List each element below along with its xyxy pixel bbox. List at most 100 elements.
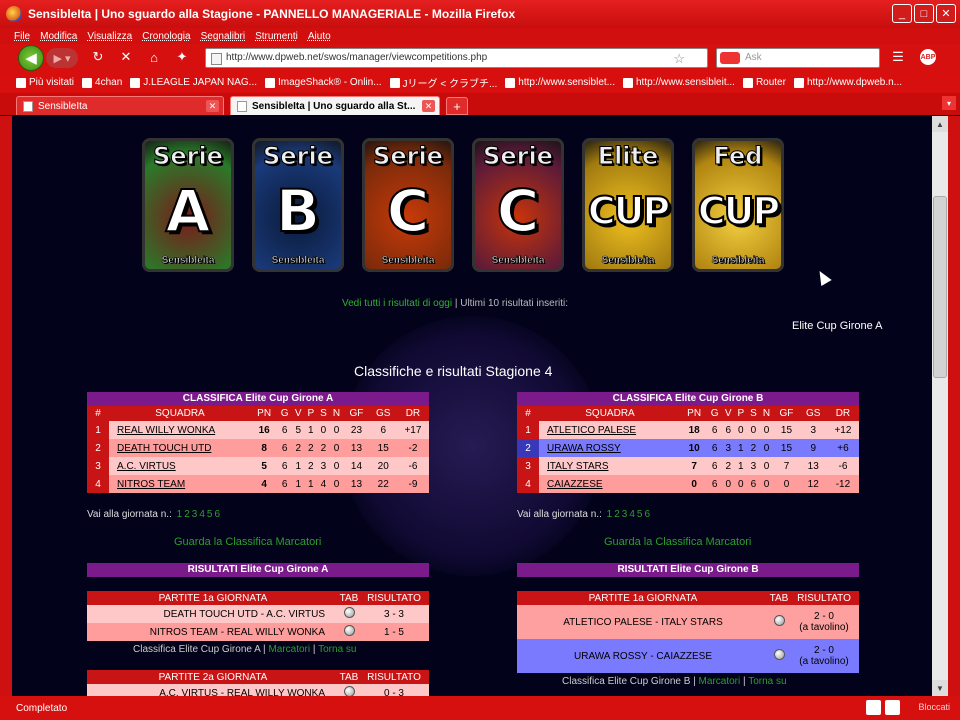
scorers-link[interactable]: Marcatori [699,676,741,687]
standings-body: 1 REAL WILLY WONKA 16 6 5 1 0 0 23 6 +17 2 DEATH TOU… [87,421,429,493]
bookmark-item[interactable]: http://www.sensiblet... [505,77,615,88]
table-row[interactable]: 3 ITALY STARS 7 6 2 1 3 0 7 13 -6 [517,457,859,475]
adblock-icon[interactable]: ABP [920,49,936,65]
table-row[interactable]: 2 URAWA ROSSY 10 6 3 1 2 0 15 9 +6 [517,439,859,457]
reload-icon[interactable]: ↻ [90,49,106,65]
team-link[interactable]: NITROS TEAM [109,475,251,493]
table-row[interactable]: 3 A.C. VIRTUS 5 6 1 2 3 0 14 20 -6 [87,457,429,475]
menu-strumenti[interactable]: Strumenti [255,31,298,42]
bookmark-star-icon[interactable]: ☆ [673,50,685,68]
team-link[interactable]: DEATH TOUCH UTD [109,439,251,457]
table-cell: 0 [329,457,344,475]
scorers-link-a[interactable]: Guarda la Classifica Marcatori [174,536,321,548]
round-link[interactable]: 4 [199,509,205,520]
bookmark-item[interactable]: 4chan [82,77,122,88]
table-row[interactable]: DEATH TOUCH UTD - A.C. VIRTUS 3 - 3 [87,605,429,623]
round-link[interactable]: 1 [177,509,183,520]
stop-icon[interactable]: ✕ [118,49,134,65]
league-logo[interactable]: Serie C Sensibleita [362,138,454,272]
table-row[interactable]: ATLETICO PALESE - ITALY STARS 2 - 0 (a tav… [517,605,859,639]
standings-table-b: CLASSIFICA Elite Cup Girone B # SQUADRA PN… [517,392,859,493]
search-engine-icon[interactable] [720,52,740,64]
table-row[interactable]: 1 REAL WILLY WONKA 16 6 5 1 0 0 23 6 +17 [87,421,429,439]
menu-segnalibri[interactable]: Segnalibri [201,31,245,42]
menu-cronologia[interactable]: Cronologia [142,31,190,42]
blocked-count: Bloccati [918,702,950,712]
round-link[interactable]: 2 [614,509,620,520]
bookmark-item[interactable]: http://www.dpweb.n... [793,77,902,88]
table-cell: 4 [251,475,278,493]
table-row[interactable]: 4 CAIAZZESE 0 6 0 0 6 0 0 12 -12 [517,475,859,493]
table-row[interactable]: URAWA ROSSY - CAIAZZESE 2 - 0 (a tavolino) [517,639,859,673]
team-link[interactable]: URAWA ROSSY [539,439,681,457]
menu-list-icon[interactable]: ☰ [890,49,906,65]
table-row[interactable]: A.C. VIRTUS - REAL WILLY WONKA 0 - 3 [87,684,429,696]
table-row[interactable]: 2 DEATH TOUCH UTD 8 6 2 2 2 0 13 15 -2 [87,439,429,457]
scorers-link[interactable]: Marcatori [268,644,310,655]
bookmark-item[interactable]: Più visitati [16,77,74,88]
url-bar[interactable]: http://www.dpweb.net/swos/manager/viewco… [205,48,708,68]
round-link[interactable]: 6 [214,509,220,520]
team-link[interactable]: CAIAZZESE [539,475,681,493]
back-to-top-link[interactable]: Torna su [318,644,356,655]
today-results-link[interactable]: Vedi tutti i risultati di oggi [342,298,452,309]
table-row[interactable]: 4 NITROS TEAM 4 6 1 1 4 0 13 22 -9 [87,475,429,493]
close-button[interactable]: ✕ [936,4,956,23]
back-to-top-link[interactable]: Torna su [748,676,786,687]
round-link[interactable]: 3 [622,509,628,520]
adblock-status-icon[interactable] [866,700,881,715]
team-link[interactable]: REAL WILLY WONKA [109,421,251,439]
close-tab-icon[interactable]: ✕ [422,100,435,112]
round-link[interactable]: 2 [184,509,190,520]
league-logo[interactable]: Serie C Sensibleita [472,138,564,272]
scroll-up-icon[interactable]: ▲ [932,116,948,132]
vertical-scrollbar[interactable]: ▲ ▼ [932,116,948,696]
round-selector-b: Vai alla giornata n.: 123456 [517,509,650,520]
round-link[interactable]: 1 [607,509,613,520]
back-arrow-icon[interactable]: ◀ [18,45,44,71]
home-icon[interactable]: ⌂ [146,49,162,65]
round-link[interactable]: 5 [207,509,213,520]
league-logo[interactable]: Serie A Sensibleita [142,138,234,272]
scroll-down-icon[interactable]: ▼ [932,680,948,696]
firefox-icon [6,6,22,22]
menu-modifica[interactable]: Modifica [40,31,77,42]
search-input[interactable]: Ask [716,48,880,68]
table-cell: 12 [799,475,827,493]
league-logo[interactable]: Serie B Sensibleita [252,138,344,272]
bookmark-item[interactable]: Jリーグ < クラブチ... [389,75,497,90]
menu-file[interactable]: File [14,31,30,42]
forward-arrow-icon[interactable]: ▶ ▾ [46,48,78,68]
bookmark-item[interactable]: J.LEAGLE JAPAN NAG... [130,77,257,88]
addon-status-icon[interactable] [885,700,900,715]
tab-list-icon[interactable]: ▾ [942,96,956,110]
menu-visualizza[interactable]: Visualizza [87,31,132,42]
league-logo[interactable]: Fed CUP Sensibleita [692,138,784,272]
addon-icon[interactable]: ✦ [174,49,190,65]
close-tab-icon[interactable]: ✕ [206,100,219,112]
round-link[interactable]: 4 [629,509,635,520]
scrollbar-thumb[interactable] [933,196,947,378]
table-row[interactable]: 1 ATLETICO PALESE 18 6 6 0 0 0 15 3 +12 [517,421,859,439]
minimize-button[interactable]: _ [892,4,912,23]
round-link[interactable]: 6 [644,509,650,520]
round-link[interactable]: 5 [637,509,643,520]
tab-sensibleita[interactable]: SensibleIta ✕ [16,96,224,115]
bookmark-item[interactable]: http://www.sensibleit... [623,77,735,88]
logo-main-text: CUP [697,188,782,234]
tab-stagione[interactable]: SensibleIta | Uno sguardo alla St... ✕ [230,96,440,115]
round-link[interactable]: 3 [192,509,198,520]
team-link[interactable]: ITALY STARS [539,457,681,475]
team-link[interactable]: A.C. VIRTUS [109,457,251,475]
maximize-button[interactable]: □ [914,4,934,23]
logo-top-text: Serie [153,142,224,171]
table-row[interactable]: NITROS TEAM - REAL WILLY WONKA 1 - 5 [87,623,429,641]
league-logo[interactable]: Elite CUP Sensibleita [582,138,674,272]
bookmark-item[interactable]: ImageShack® - Onlin... [265,77,382,88]
column-header: V [291,406,305,421]
team-link[interactable]: ATLETICO PALESE [539,421,681,439]
new-tab-button[interactable]: + [446,97,468,115]
bookmark-item[interactable]: Router [742,77,786,88]
menu-aiuto[interactable]: Aiuto [308,31,331,42]
scorers-link-b[interactable]: Guarda la Classifica Marcatori [604,536,751,548]
